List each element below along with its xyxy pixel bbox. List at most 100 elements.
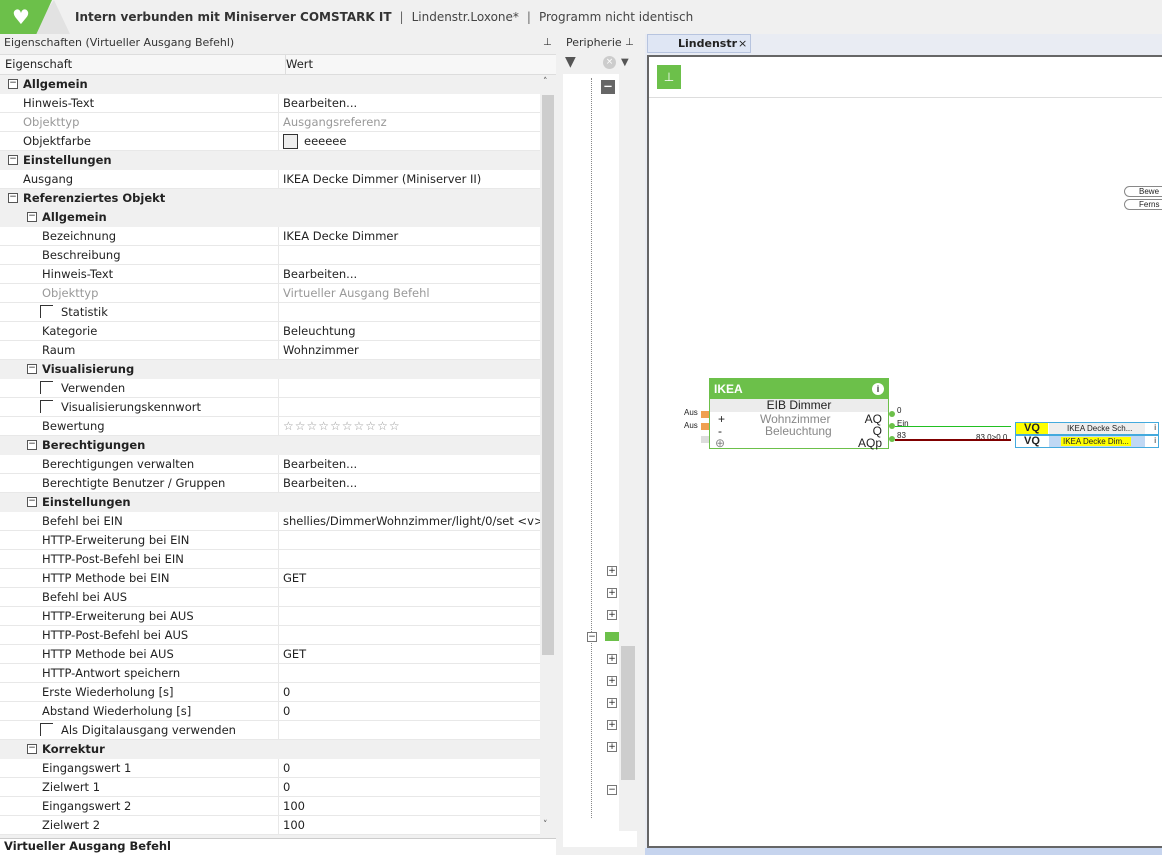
- scroll-down-icon[interactable]: ˅: [543, 820, 548, 830]
- scroll-up-icon[interactable]: ˄: [543, 77, 548, 87]
- property-row[interactable]: Hinweis-Text Bearbeiten...: [0, 265, 540, 284]
- scrollbar-thumb[interactable]: [542, 95, 554, 655]
- collapse-all-icon[interactable]: −: [601, 80, 615, 94]
- column-value[interactable]: Wert: [285, 55, 313, 75]
- property-value[interactable]: Bearbeiten...: [283, 94, 357, 112]
- property-row[interactable]: Eingangswert 2 100: [0, 797, 540, 816]
- property-value[interactable]: Ausgangsreferenz: [283, 113, 387, 131]
- clear-filter-icon[interactable]: ×: [603, 56, 616, 69]
- property-group[interactable]: − Allgemein: [0, 208, 540, 227]
- checkbox[interactable]: [40, 400, 53, 413]
- property-value[interactable]: 0: [283, 702, 290, 720]
- expand-icon[interactable]: +: [607, 588, 617, 598]
- virtual-output-ref[interactable]: VQ IKEA Decke Dim... i: [1015, 435, 1159, 448]
- property-group[interactable]: − Korrektur: [0, 740, 540, 759]
- property-value[interactable]: Virtueller Ausgang Befehl: [283, 284, 430, 302]
- dropdown-icon[interactable]: ▼: [621, 57, 629, 68]
- connection-line[interactable]: [895, 426, 1011, 427]
- property-value[interactable]: 100: [283, 797, 305, 815]
- expand-icon[interactable]: +: [607, 698, 617, 708]
- page-tabs[interactable]: [645, 848, 1162, 855]
- collapse-icon[interactable]: −: [8, 79, 18, 89]
- property-row[interactable]: Befehl bei EIN shellies/DimmerWohnzimmer/…: [0, 512, 544, 531]
- property-value[interactable]: IKEA Decke Dimmer: [283, 227, 398, 245]
- property-value[interactable]: GET: [283, 645, 306, 663]
- property-value[interactable]: GET: [283, 569, 306, 587]
- expand-icon[interactable]: +: [607, 720, 617, 730]
- color-value[interactable]: eeeeee: [283, 132, 346, 150]
- property-row[interactable]: HTTP Methode bei EIN GET: [0, 569, 540, 588]
- property-value[interactable]: IKEA Decke Dimmer (Miniserver II): [283, 170, 481, 188]
- property-value[interactable]: Bearbeiten...: [283, 265, 357, 283]
- eib-dimmer-block[interactable]: IKEA i EIB Dimmer + Wohnzimmer AQ - Beleu…: [709, 378, 889, 449]
- pin-icon[interactable]: ⊥: [625, 37, 634, 48]
- property-group[interactable]: − Berechtigungen: [0, 436, 540, 455]
- collapse-icon[interactable]: −: [607, 785, 617, 795]
- input-connector[interactable]: [701, 423, 709, 430]
- property-value[interactable]: Beleuchtung: [283, 322, 356, 340]
- property-value[interactable]: 0: [283, 778, 290, 796]
- property-row[interactable]: Raum Wohnzimmer: [0, 341, 540, 360]
- pin-icon[interactable]: ⊥: [657, 65, 681, 89]
- collapse-icon[interactable]: −: [8, 155, 18, 165]
- connection-line[interactable]: [895, 439, 1011, 441]
- info-icon[interactable]: i: [872, 383, 884, 395]
- property-group[interactable]: − Einstellungen: [0, 493, 540, 512]
- input-connector[interactable]: [701, 411, 709, 418]
- property-row[interactable]: Als Digitalausgang verwenden: [0, 721, 540, 740]
- property-value[interactable]: Wohnzimmer: [283, 341, 359, 359]
- color-swatch[interactable]: [283, 134, 298, 149]
- collapse-icon[interactable]: −: [587, 632, 597, 642]
- input-connector[interactable]: [701, 436, 709, 443]
- expand-icon[interactable]: +: [607, 654, 617, 664]
- collapse-icon[interactable]: −: [27, 440, 37, 450]
- expand-icon[interactable]: +: [607, 610, 617, 620]
- property-value[interactable]: shellies/DimmerWohnzimmer/light/0/set <v…: [283, 512, 544, 530]
- note-item[interactable]: Ferns: [1124, 199, 1162, 210]
- property-row[interactable]: Zielwert 1 0: [0, 778, 540, 797]
- note-item[interactable]: Bewe: [1124, 186, 1162, 197]
- property-row[interactable]: Beschreibung: [0, 246, 540, 265]
- rating-stars[interactable]: ☆☆☆☆☆☆☆☆☆☆: [283, 417, 401, 435]
- collapse-icon[interactable]: −: [27, 364, 37, 374]
- info-icon[interactable]: i: [1154, 423, 1156, 432]
- peripherie-scrollbar[interactable]: [619, 74, 637, 831]
- scrollbar-thumb[interactable]: [621, 646, 635, 780]
- property-row[interactable]: HTTP-Post-Befehl bei EIN: [0, 550, 540, 569]
- property-row[interactable]: Bewertung ☆☆☆☆☆☆☆☆☆☆: [0, 417, 540, 436]
- property-row[interactable]: HTTP-Post-Befehl bei AUS: [0, 626, 540, 645]
- expand-icon[interactable]: +: [607, 676, 617, 686]
- property-value[interactable]: 0: [283, 683, 290, 701]
- expand-icon[interactable]: +: [607, 566, 617, 576]
- output-connector[interactable]: [889, 411, 895, 417]
- property-value[interactable]: Bearbeiten...: [283, 455, 357, 473]
- collapse-icon[interactable]: −: [8, 193, 18, 203]
- property-row[interactable]: HTTP Methode bei AUS GET: [0, 645, 540, 664]
- property-row[interactable]: Zielwert 2 100: [0, 816, 540, 835]
- property-value[interactable]: Bearbeiten...: [283, 474, 357, 492]
- collapse-icon[interactable]: −: [27, 497, 37, 507]
- program-sheet[interactable]: ⊥ Bewe Ferns Aus Aus IKEA i EIB Dimmer + …: [647, 55, 1162, 848]
- property-row[interactable]: Erste Wiederholung [s] 0: [0, 683, 540, 702]
- property-value[interactable]: 100: [283, 816, 305, 834]
- column-property[interactable]: Eigenschaft: [5, 55, 72, 74]
- pin-icon[interactable]: ⊥: [543, 37, 552, 48]
- property-row[interactable]: HTTP-Erweiterung bei AUS: [0, 607, 540, 626]
- property-row[interactable]: Objekttyp Ausgangsreferenz: [0, 113, 540, 132]
- vertical-scrollbar[interactable]: ˄ ˅: [540, 75, 556, 835]
- property-row[interactable]: Ausgang IKEA Decke Dimmer (Miniserver II): [0, 170, 540, 189]
- property-row[interactable]: Hinweis-Text Bearbeiten...: [0, 94, 540, 113]
- property-row[interactable]: Berechtigungen verwalten Bearbeiten...: [0, 455, 540, 474]
- property-group[interactable]: − Einstellungen: [0, 151, 540, 170]
- property-row[interactable]: Befehl bei AUS: [0, 588, 540, 607]
- checkbox[interactable]: [40, 381, 53, 394]
- property-row[interactable]: HTTP-Erweiterung bei EIN: [0, 531, 540, 550]
- property-row[interactable]: Bezeichnung IKEA Decke Dimmer: [0, 227, 540, 246]
- property-row[interactable]: Statistik: [0, 303, 540, 322]
- filter-icon[interactable]: ▼: [565, 54, 576, 70]
- property-row[interactable]: Verwenden: [0, 379, 540, 398]
- property-group[interactable]: − Visualisierung: [0, 360, 540, 379]
- property-row[interactable]: Abstand Wiederholung [s] 0: [0, 702, 540, 721]
- info-icon[interactable]: i: [1154, 436, 1156, 445]
- expand-icon[interactable]: +: [607, 742, 617, 752]
